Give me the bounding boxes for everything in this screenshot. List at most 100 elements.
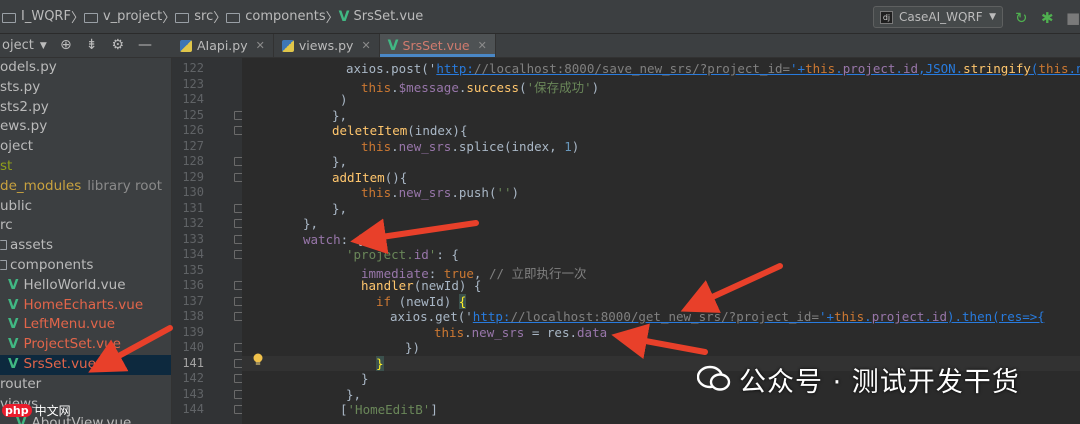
tree-item[interactable]: sts2.py bbox=[0, 98, 171, 118]
tree-item-label: HelloWorld.vue bbox=[23, 276, 126, 293]
hide-icon[interactable]: — bbox=[138, 37, 152, 53]
code-line[interactable]: this.$message.success('保存成功') bbox=[361, 77, 599, 96]
code-line[interactable]: ['HomeEditB'] bbox=[340, 402, 438, 417]
navigation-bar: I_WQRF 〉 v_project 〉 src 〉 components 〉 V SrsSet.… bbox=[0, 0, 1080, 34]
tree-item[interactable]: assets bbox=[0, 236, 171, 256]
tree-item[interactable]: components bbox=[0, 256, 171, 276]
vue-icon: V bbox=[8, 276, 19, 293]
line-number: 129 bbox=[182, 169, 204, 184]
editor-tab[interactable]: AIapi.py ✕ bbox=[172, 34, 274, 57]
close-icon[interactable]: ✕ bbox=[361, 39, 370, 52]
line-number: 142 bbox=[182, 371, 204, 385]
vue-icon: V bbox=[8, 355, 19, 372]
code-line[interactable]: }, bbox=[332, 108, 347, 123]
close-icon[interactable]: ✕ bbox=[478, 39, 487, 52]
tree-item-label: SrsSet.vue bbox=[23, 355, 96, 372]
code-line[interactable]: watch: { bbox=[303, 232, 363, 247]
code-line[interactable]: if (newId) { bbox=[376, 293, 467, 309]
debug-bug-icon[interactable]: ✱ bbox=[1041, 9, 1054, 27]
line-number: 123 bbox=[182, 76, 204, 91]
php-logo: php bbox=[2, 404, 32, 417]
code-line[interactable]: handler(newId) { bbox=[361, 278, 481, 293]
breadcrumb-item[interactable]: I_WQRF bbox=[2, 9, 71, 24]
python-file-icon bbox=[281, 39, 294, 52]
breadcrumb-label: components bbox=[245, 9, 326, 24]
tree-item[interactable]: V LeftMenu.vue bbox=[0, 315, 171, 335]
code-line[interactable]: }, bbox=[332, 201, 347, 216]
breadcrumb-label: v_project bbox=[102, 9, 163, 24]
code-line[interactable]: }, bbox=[332, 154, 347, 169]
breadcrumb-label: src bbox=[194, 9, 214, 24]
code-line[interactable]: }, bbox=[346, 387, 361, 402]
folder-icon bbox=[83, 12, 98, 23]
line-number: 133 bbox=[182, 231, 204, 246]
tree-item-label: assets bbox=[10, 237, 53, 254]
code-line[interactable]: this.new_srs.splice(index, 1) bbox=[361, 139, 579, 154]
lightbulb-icon[interactable] bbox=[252, 353, 264, 367]
tree-item[interactable]: ews.py bbox=[0, 117, 171, 137]
line-number: 130 bbox=[182, 185, 204, 199]
folder-icon bbox=[2, 12, 16, 23]
code-line[interactable]: }) bbox=[405, 340, 420, 355]
code-line[interactable]: deleteItem(index){ bbox=[332, 123, 467, 138]
editor-tab[interactable]: V SrsSet.vue ✕ bbox=[379, 34, 496, 57]
line-number: 128 bbox=[182, 154, 204, 168]
line-number: 126 bbox=[182, 123, 204, 137]
tree-item[interactable]: V SrsSet.vue bbox=[0, 354, 171, 375]
code-line[interactable]: }, bbox=[303, 216, 318, 231]
code-line[interactable]: ) bbox=[340, 92, 348, 107]
code-line[interactable]: axios.get('http://localhost:8000/get_new… bbox=[390, 309, 1045, 324]
run-configuration-select[interactable]: dj CaseAI_WQRF ▼ bbox=[873, 6, 1003, 28]
breadcrumb-label: SrsSet.vue bbox=[353, 9, 424, 24]
tab-label: SrsSet.vue bbox=[402, 38, 470, 53]
line-number: 137 bbox=[182, 293, 204, 308]
line-number: 139 bbox=[182, 324, 204, 339]
code-line[interactable]: this.new_srs = res.data bbox=[434, 325, 607, 340]
tree-item-label: ProjectSet.vue bbox=[23, 336, 121, 353]
code-line[interactable]: } bbox=[376, 355, 384, 371]
stop-icon[interactable]: ■ bbox=[1066, 9, 1080, 27]
vue-icon: V bbox=[8, 296, 19, 313]
rerun-icon[interactable]: ↻ bbox=[1015, 9, 1028, 27]
folder-icon bbox=[0, 240, 7, 251]
close-icon[interactable]: ✕ bbox=[256, 39, 265, 52]
tree-item[interactable]: V ProjectSet.vue bbox=[0, 335, 171, 355]
tree-item[interactable]: de_modules library root bbox=[0, 177, 171, 197]
vue-icon: V bbox=[338, 8, 350, 25]
code-line[interactable]: axios.post('http://localhost:8000/save_n… bbox=[346, 61, 1080, 76]
line-number: 122 bbox=[182, 61, 204, 75]
locate-icon[interactable]: ⊕ bbox=[60, 37, 72, 53]
chevron-right-icon: 〉 bbox=[70, 11, 84, 26]
tree-item[interactable]: oject bbox=[0, 137, 171, 157]
tree-item[interactable]: sts.py bbox=[0, 78, 171, 98]
tree-item-label: sts.py bbox=[0, 78, 41, 95]
breadcrumb: I_WQRF 〉 v_project 〉 src 〉 components 〉 V SrsSet.… bbox=[0, 7, 423, 26]
code-line[interactable]: 'project.id': { bbox=[346, 247, 459, 262]
tree-item[interactable]: V HelloWorld.vue bbox=[0, 276, 171, 296]
breadcrumb-item[interactable]: src bbox=[175, 9, 213, 24]
tree-item[interactable]: router bbox=[0, 375, 171, 395]
code-line[interactable]: addItem(){ bbox=[332, 170, 407, 185]
tree-item-label: ublic bbox=[0, 197, 33, 214]
breadcrumb-item[interactable]: v_project bbox=[83, 9, 163, 24]
tree-item[interactable]: V HomeEcharts.vue bbox=[0, 296, 171, 316]
editor-tab[interactable]: views.py ✕ bbox=[274, 34, 380, 57]
line-number: 125 bbox=[182, 107, 204, 122]
collapse-icon[interactable]: ⇟ bbox=[86, 37, 98, 53]
breadcrumb-item[interactable]: components bbox=[226, 9, 326, 24]
tree-item[interactable]: ublic bbox=[0, 197, 171, 217]
line-number: 135 bbox=[182, 262, 204, 277]
tree-item-label: components bbox=[10, 256, 94, 273]
tree-item[interactable]: st bbox=[0, 157, 171, 177]
breadcrumb-item[interactable]: V SrsSet.vue bbox=[339, 9, 424, 25]
project-panel-title[interactable]: oject bbox=[0, 38, 34, 53]
gear-icon[interactable]: ⚙ bbox=[111, 37, 124, 53]
folder-icon bbox=[0, 259, 7, 270]
tree-item[interactable]: rc bbox=[0, 216, 171, 236]
code-line[interactable]: } bbox=[361, 371, 369, 386]
tree-item[interactable]: odels.py bbox=[0, 58, 171, 78]
vue-icon: V bbox=[387, 37, 399, 54]
library-root-label: library root bbox=[87, 177, 163, 194]
chevron-down-icon[interactable]: ▼ bbox=[40, 41, 47, 51]
code-line[interactable]: this.new_srs.push('') bbox=[361, 185, 519, 200]
